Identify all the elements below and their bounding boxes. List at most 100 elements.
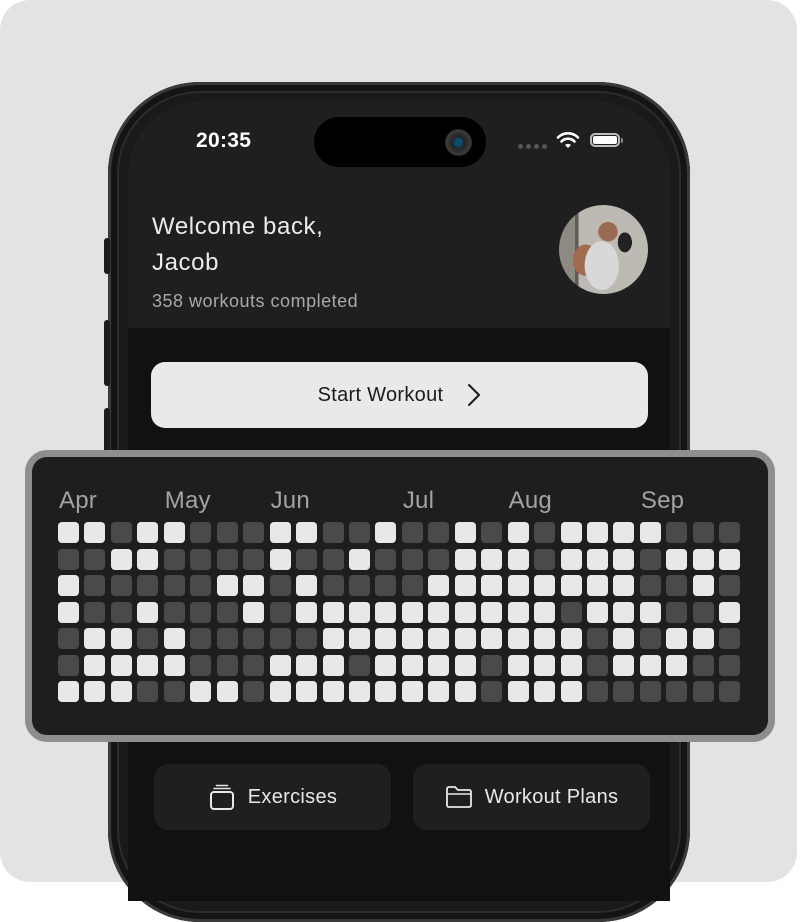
battery-icon	[590, 133, 623, 147]
heatmap-cell	[481, 575, 503, 596]
user-name: Jacob	[152, 249, 220, 276]
heatmap-cell	[507, 654, 529, 676]
heatmap-cell	[534, 575, 556, 596]
heatmap-cell	[401, 628, 423, 649]
heatmap-cell	[560, 575, 582, 596]
heatmap-cell	[692, 628, 714, 649]
heatmap-cell	[719, 628, 741, 649]
heatmap-cell	[375, 522, 397, 543]
heatmap-cell	[401, 681, 423, 702]
heatmap-cell	[296, 628, 318, 649]
heatmap-cell	[560, 681, 582, 702]
heatmap-cell	[190, 628, 212, 649]
exercises-button[interactable]: Exercises	[154, 764, 391, 830]
heatmap-cell	[719, 681, 741, 702]
heatmap-cell	[719, 548, 741, 570]
heatmap-cell	[243, 654, 265, 676]
heatmap-cell	[296, 522, 318, 543]
heatmap-cell	[216, 654, 238, 676]
heatmap-cell	[296, 575, 318, 596]
heatmap-cell	[428, 548, 450, 570]
heatmap-cell	[243, 522, 265, 543]
heatmap-cell	[269, 575, 291, 596]
heatmap-cell	[719, 654, 741, 676]
heatmap-cell	[666, 575, 688, 596]
heatmap-cell	[137, 522, 159, 543]
heatmap-cell	[348, 522, 370, 543]
heatmap-cell	[481, 628, 503, 649]
avatar[interactable]	[559, 205, 648, 294]
heatmap-cell	[375, 575, 397, 596]
heatmap-cell	[613, 522, 635, 543]
heatmap-cell	[613, 575, 635, 596]
heatmap-cell	[587, 522, 608, 543]
heatmap-cell	[666, 654, 688, 676]
heatmap-cell	[243, 681, 265, 702]
heatmap-cell	[296, 654, 318, 676]
heatmap-cell	[137, 575, 159, 596]
heatmap-cell	[58, 654, 79, 676]
heatmap-cell	[58, 601, 79, 623]
heatmap-cell	[534, 601, 556, 623]
heatmap-cell	[348, 628, 370, 649]
heatmap-cell	[110, 522, 132, 543]
heatmap-cell	[560, 601, 582, 623]
heatmap-cell	[507, 601, 529, 623]
heatmap-cell	[84, 522, 106, 543]
workout-plans-label: Workout Plans	[484, 785, 619, 808]
heatmap-cell	[137, 654, 159, 676]
heatmap-cell	[110, 548, 132, 570]
heatmap-cell	[110, 654, 132, 676]
stack-icon	[209, 784, 234, 810]
heatmap-cell	[58, 575, 79, 596]
heatmap-cell	[666, 548, 688, 570]
heatmap-cell	[243, 548, 265, 570]
heatmap-cell	[401, 654, 423, 676]
dynamic-island	[314, 117, 486, 167]
heatmap-cell	[560, 522, 582, 543]
status-time: 20:35	[196, 129, 252, 152]
heatmap-cell	[719, 575, 741, 596]
heatmap-cell	[428, 522, 450, 543]
heatmap-cell	[163, 654, 185, 676]
heatmap-cell	[190, 522, 212, 543]
heatmap-cell	[322, 628, 344, 649]
start-workout-label: Start Workout	[317, 383, 444, 406]
heatmap-cell	[375, 601, 397, 623]
heatmap-cell	[348, 681, 370, 702]
month-label-aug: Aug	[508, 487, 552, 514]
chevron-right-icon	[468, 384, 481, 406]
heatmap-cell	[534, 654, 556, 676]
heatmap-cell	[692, 548, 714, 570]
workout-plans-button[interactable]: Workout Plans	[413, 764, 650, 830]
heatmap-cell	[216, 628, 238, 649]
heatmap-cell	[269, 522, 291, 543]
heatmap-cell	[639, 681, 661, 702]
heatmap-cell	[58, 548, 79, 570]
heatmap-cell	[428, 654, 450, 676]
heatmap-cell	[216, 601, 238, 623]
heatmap-cell	[243, 575, 265, 596]
heatmap-cell	[110, 601, 132, 623]
heatmap-cell	[534, 681, 556, 702]
heatmap-cell	[322, 681, 344, 702]
heatmap-cell	[401, 548, 423, 570]
heatmap-cell	[375, 628, 397, 649]
heatmap-cell	[110, 628, 132, 649]
month-label-jun: Jun	[270, 487, 310, 514]
heatmap-cell	[322, 522, 344, 543]
start-workout-button[interactable]: Start Workout	[151, 362, 648, 428]
heatmap-cell	[560, 628, 582, 649]
heatmap-cell	[560, 548, 582, 570]
heatmap-cell	[454, 601, 476, 623]
heatmap-cell	[58, 628, 79, 649]
heatmap-cell	[613, 601, 635, 623]
heatmap-cell	[163, 681, 185, 702]
heatmap-cell	[84, 654, 106, 676]
heatmap-cell	[243, 601, 265, 623]
heatmap-cell	[613, 681, 635, 702]
heatmap-cell	[163, 628, 185, 649]
heatmap-cell	[190, 575, 212, 596]
heatmap-cell	[84, 681, 106, 702]
heatmap-cell	[481, 681, 503, 702]
